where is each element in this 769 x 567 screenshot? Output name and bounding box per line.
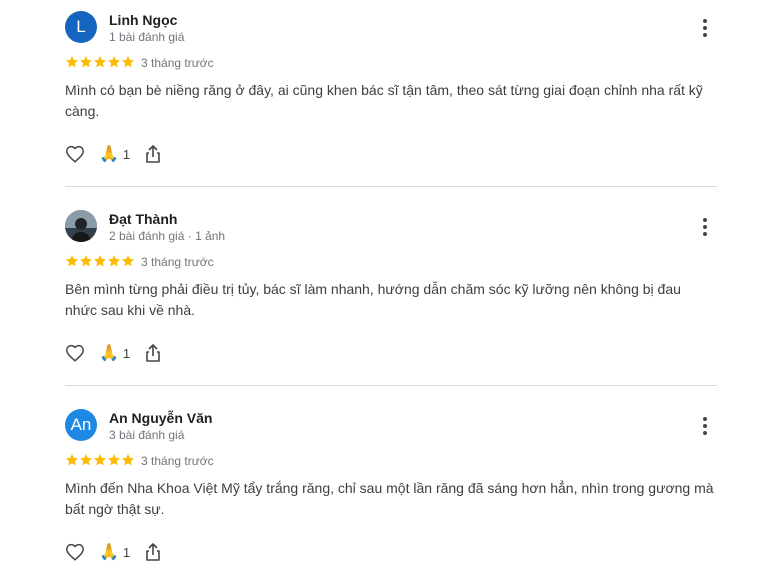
review-text: Mình có bạn bè niềng răng ở đây, ai cũng… — [65, 82, 703, 119]
review-actions: 🙏 1 — [64, 539, 162, 565]
review-time: 3 tháng trước — [141, 56, 214, 70]
reviewer-meta: 2 bài đánh giá · 1 ảnh — [109, 229, 226, 243]
star-icon — [66, 454, 78, 466]
star-icon — [122, 454, 134, 466]
review-text: Bên mình từng phải điều trị tủy, bác sĩ … — [65, 281, 681, 318]
share-button[interactable] — [144, 343, 162, 363]
star-icon — [80, 255, 92, 267]
thanks-button[interactable]: 🙏 1 — [99, 144, 130, 164]
share-button[interactable] — [144, 542, 162, 562]
thanks-count: 1 — [122, 544, 131, 560]
review-time: 3 tháng trước — [141, 454, 214, 468]
thanks-count: 1 — [122, 345, 131, 361]
star-icon — [94, 255, 106, 267]
star-icon — [122, 56, 134, 68]
more-options-icon[interactable] — [694, 412, 716, 440]
thanks-button[interactable]: 🙏 1 — [99, 542, 130, 562]
heart-icon — [66, 344, 84, 362]
more-options-icon[interactable] — [694, 213, 716, 241]
star-icon — [80, 56, 92, 68]
avatar[interactable] — [65, 210, 97, 242]
review-text: Mình đến Nha Khoa Việt Mỹ tẩy trắng răng… — [65, 480, 714, 517]
share-button[interactable] — [144, 144, 162, 164]
avatar-letter: L — [76, 17, 86, 36]
thanks-hands-icon: 🙏 — [99, 345, 119, 362]
star-icon — [66, 255, 78, 267]
avatar[interactable]: An — [65, 409, 97, 441]
star-icon — [108, 255, 120, 267]
share-icon — [146, 145, 160, 163]
avatar[interactable]: L — [65, 11, 97, 43]
share-icon — [146, 543, 160, 561]
avatar-letter: An — [70, 415, 92, 434]
more-options-icon[interactable] — [694, 14, 716, 42]
star-icon — [122, 255, 134, 267]
reviewer-meta: 1 bài đánh giá — [109, 30, 185, 44]
star-icon — [66, 56, 78, 68]
star-rating — [65, 254, 135, 268]
heart-icon — [66, 145, 84, 163]
star-rating — [65, 453, 135, 467]
review-actions: 🙏 1 — [64, 141, 162, 167]
star-icon — [94, 56, 106, 68]
review-time: 3 tháng trước — [141, 255, 214, 269]
star-icon — [80, 454, 92, 466]
heart-icon — [66, 543, 84, 561]
star-icon — [108, 454, 120, 466]
star-rating — [65, 55, 135, 69]
reviewer-name[interactable]: Đạt Thành — [109, 211, 177, 227]
thanks-hands-icon: 🙏 — [99, 146, 119, 163]
divider — [65, 385, 717, 386]
like-button[interactable] — [64, 541, 86, 563]
like-button[interactable] — [64, 143, 86, 165]
star-icon — [108, 56, 120, 68]
review-actions: 🙏 1 — [64, 340, 162, 366]
reviewer-name[interactable]: Linh Ngọc — [109, 12, 177, 28]
avatar-photo — [65, 210, 97, 242]
thanks-hands-icon: 🙏 — [99, 544, 119, 561]
reviewer-name[interactable]: An Nguyễn Văn — [109, 410, 212, 426]
thanks-button[interactable]: 🙏 1 — [99, 343, 130, 363]
divider — [65, 186, 717, 187]
star-icon — [94, 454, 106, 466]
reviewer-meta: 3 bài đánh giá — [109, 428, 185, 442]
share-icon — [146, 344, 160, 362]
like-button[interactable] — [64, 342, 86, 364]
thanks-count: 1 — [122, 146, 131, 162]
